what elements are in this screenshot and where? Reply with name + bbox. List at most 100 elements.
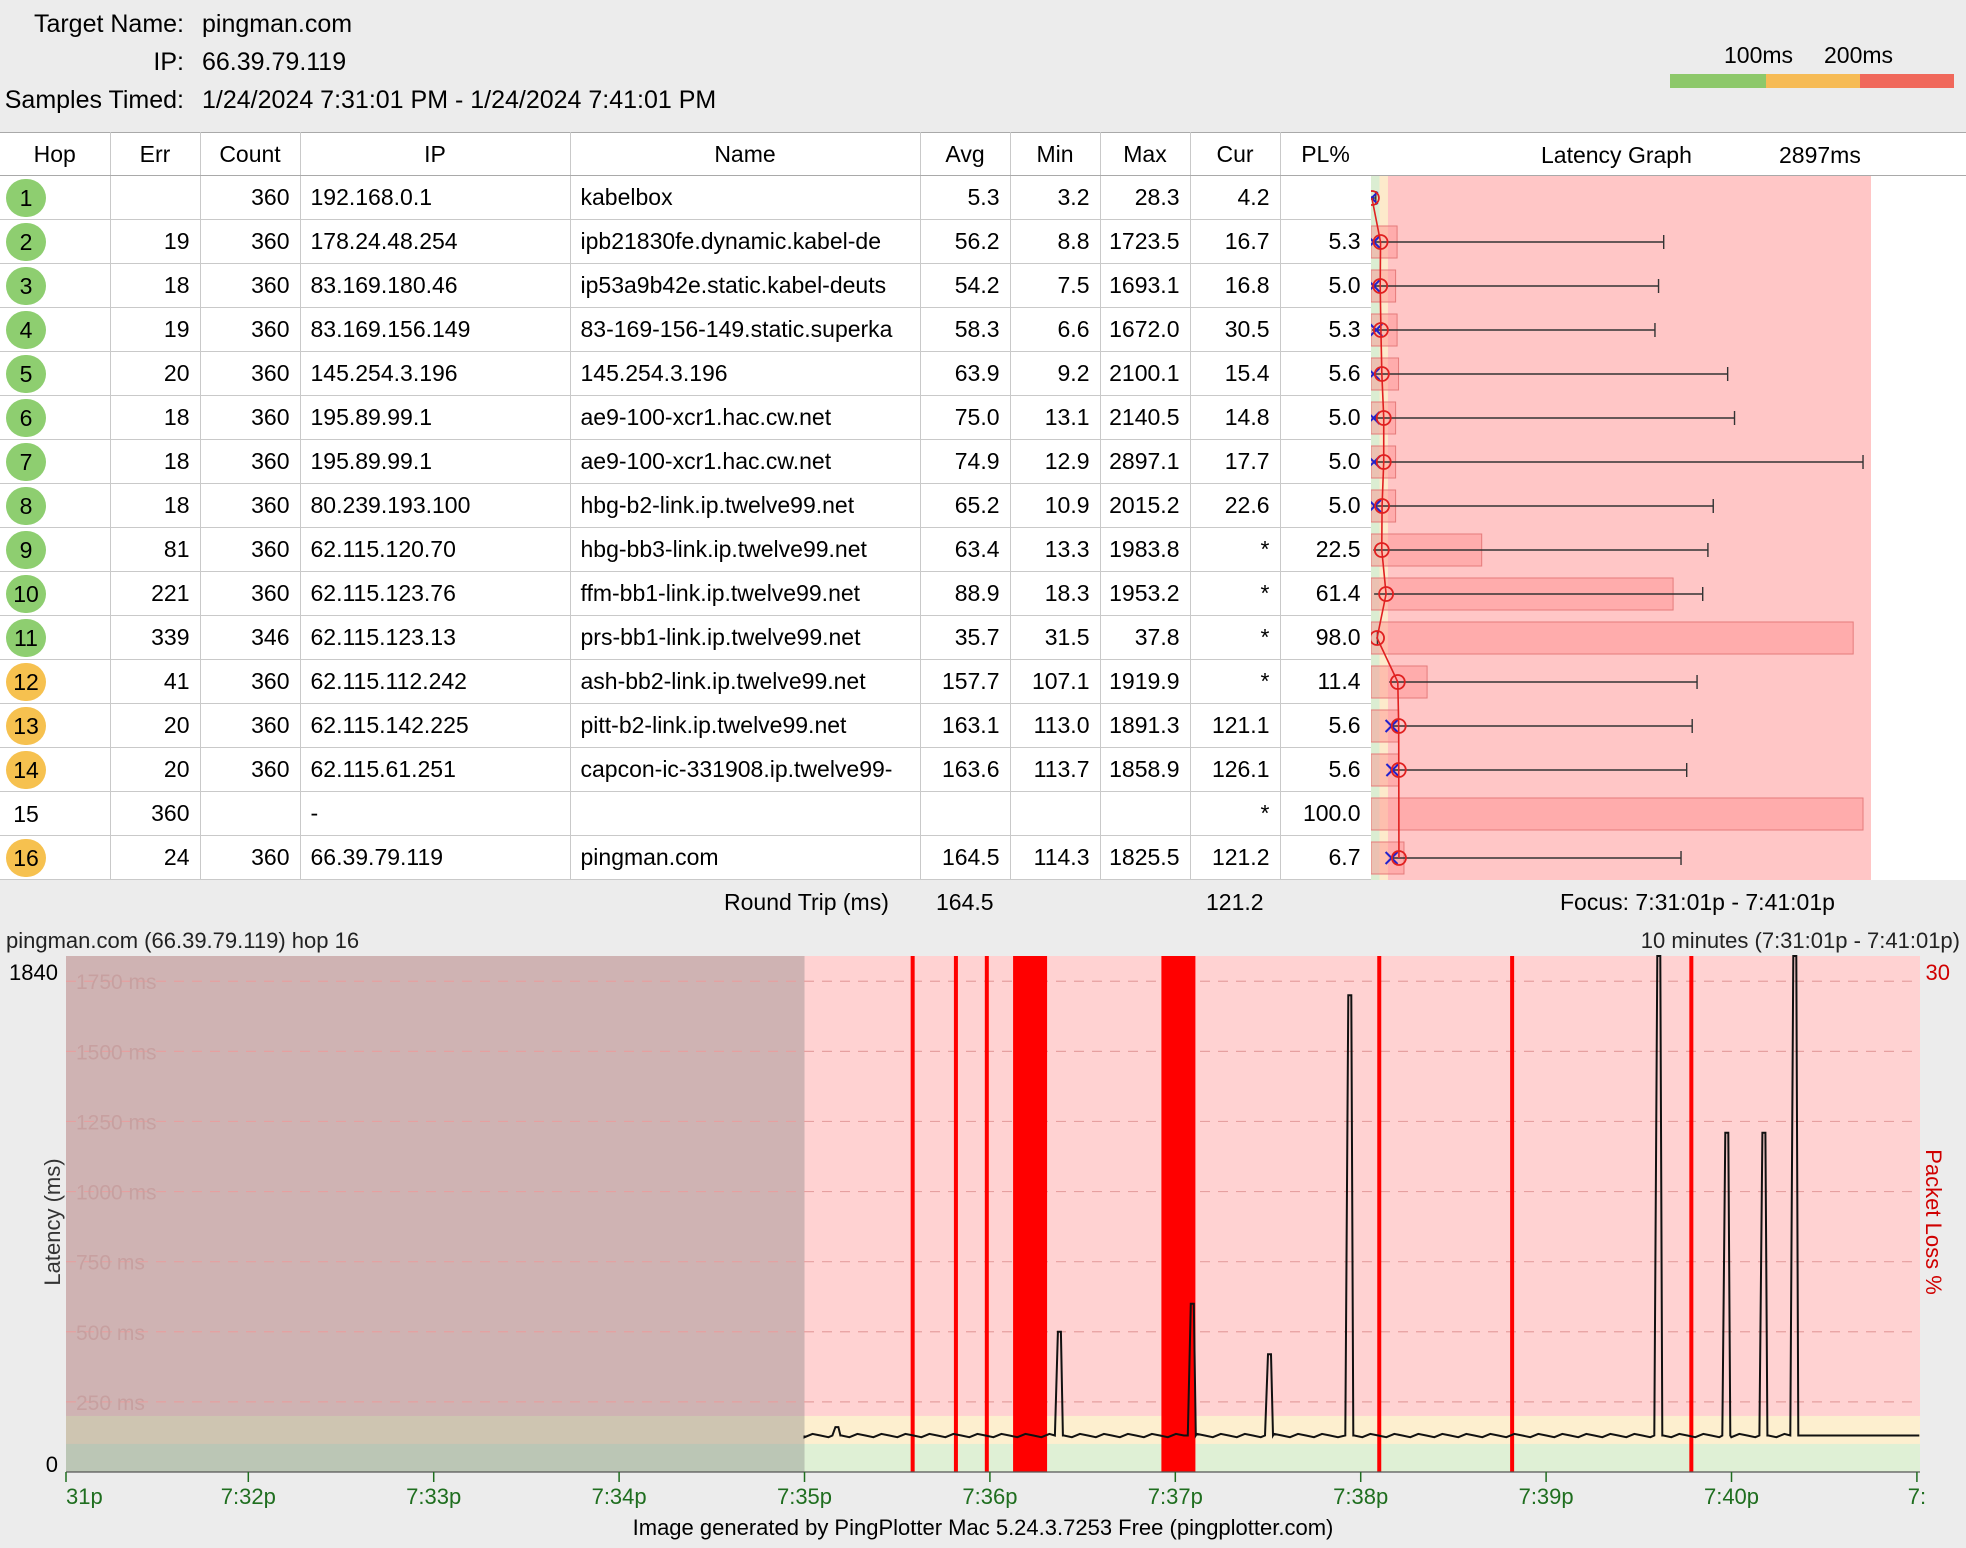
col-cur[interactable]: Cur <box>1190 132 1281 176</box>
scale-orange-segment <box>1766 74 1860 88</box>
cell-cur: 17.7 <box>1190 439 1281 484</box>
col-avg[interactable]: Avg <box>920 132 1011 176</box>
cell-err: 360 <box>110 791 201 836</box>
cell-ip: 80.239.193.100 <box>300 483 571 528</box>
cell-cur: 15.4 <box>1190 351 1281 396</box>
cell-max: 1858.9 <box>1100 747 1191 792</box>
packet-loss-bar <box>1510 956 1515 1472</box>
x-tick-label: 31p <box>66 1484 103 1508</box>
col-ip[interactable]: IP <box>300 132 571 176</box>
cell-max: 2100.1 <box>1100 351 1191 396</box>
latency-graph <box>1371 176 1871 880</box>
samples-timed-value: 1/24/2024 7:31:01 PM - 1/24/2024 7:41:01… <box>202 86 717 114</box>
table-row[interactable]: 9 81 360 62.115.120.70 hbg-bb3-link.ip.twelv… <box>0 527 1372 572</box>
packet-loss-bar <box>1371 797 1864 831</box>
cell-max: 2897.1 <box>1100 439 1191 484</box>
cell-ip: 62.115.142.225 <box>300 703 571 748</box>
col-hop[interactable]: Hop <box>0 132 111 176</box>
table-row[interactable]: 8 18 360 80.239.193.100 hbg-b2-link.ip.twelv… <box>0 483 1372 528</box>
timeline-chart[interactable]: 1750 ms 1500 ms 1250 ms 1000 ms 750 ms 500 ms… <box>0 952 1966 1508</box>
table-row[interactable]: 16 24 360 66.39.79.119 pingman.com 164.5 114.3… <box>0 835 1372 880</box>
cell-pl: 22.5 <box>1280 527 1372 572</box>
table-row[interactable]: 5 20 360 145.254.3.196 145.254.3.196 63.9 9.2 2… <box>0 351 1372 396</box>
cell-max: 1825.5 <box>1100 835 1191 880</box>
col-max[interactable]: Max <box>1100 132 1191 176</box>
packet-loss-bar <box>910 956 915 1472</box>
col-name[interactable]: Name <box>570 132 921 176</box>
table-row[interactable]: 3 18 360 83.169.180.46 ip53a9b42e.static.kab… <box>0 263 1372 308</box>
cell-max: 37.8 <box>1100 615 1191 660</box>
cell-pl <box>1280 175 1372 220</box>
hop-cell: 4 <box>0 307 111 352</box>
cell-avg <box>920 791 1011 836</box>
col-err[interactable]: Err <box>110 132 201 176</box>
cell-name: capcon-ic-331908.ip.twelve99- <box>570 747 921 792</box>
hop-cell: 7 <box>0 439 111 484</box>
table-row[interactable]: 15 360 - * 100.0 <box>0 791 1372 836</box>
hop-cell: 8 <box>0 483 111 528</box>
table-row[interactable]: 11 339 346 62.115.123.13 prs-bb1-link.ip.twe… <box>0 615 1372 660</box>
cell-avg: 63.9 <box>920 351 1011 396</box>
cell-name: kabelbox <box>570 175 921 220</box>
hop-cell: 9 <box>0 527 111 572</box>
table-row[interactable]: 6 18 360 195.89.99.1 ae9-100-xcr1.hac.cw.net… <box>0 395 1372 440</box>
x-tick-label: 7:39p <box>1519 1484 1574 1508</box>
cell-avg: 5.3 <box>920 175 1011 220</box>
hop-number-badge: 9 <box>6 530 46 569</box>
cell-avg: 157.7 <box>920 659 1011 704</box>
cell-min: 3.2 <box>1010 175 1101 220</box>
col-pl[interactable]: PL% <box>1280 132 1372 176</box>
cell-count: 360 <box>200 747 301 792</box>
hop-number-badge: 6 <box>6 398 46 437</box>
cell-err: 18 <box>110 439 201 484</box>
target-info-panel: Target Name: pingman.com IP: 66.39.79.11… <box>0 0 1966 132</box>
table-row[interactable]: 1 360 192.168.0.1 kabelbox 5.3 3.2 28.3 4.2 <box>0 175 1372 220</box>
x-tick-label: 7:37p <box>1148 1484 1203 1508</box>
cell-min: 113.0 <box>1010 703 1101 748</box>
gridline-label: 1750 ms <box>76 971 157 994</box>
x-tick-label: 7:35p <box>777 1484 832 1508</box>
cell-cur: * <box>1190 791 1281 836</box>
latency-graph-title: Latency Graph <box>1541 142 1692 168</box>
cell-count: 360 <box>200 307 301 352</box>
round-trip-label: Round Trip (ms) <box>724 889 889 915</box>
cell-avg: 58.3 <box>920 307 1011 352</box>
cell-ip: 195.89.99.1 <box>300 395 571 440</box>
hop-number-badge: 16 <box>6 838 46 877</box>
table-row[interactable]: 14 20 360 62.115.61.251 capcon-ic-331908.ip.… <box>0 747 1372 792</box>
cell-avg: 74.9 <box>920 439 1011 484</box>
cell-count <box>200 791 301 836</box>
table-row[interactable]: 7 18 360 195.89.99.1 ae9-100-xcr1.hac.cw.net… <box>0 439 1372 484</box>
cell-ip: 62.115.120.70 <box>300 527 571 572</box>
table-row[interactable]: 13 20 360 62.115.142.225 pitt-b2-link.ip.twe… <box>0 703 1372 748</box>
hop-cell: 1 <box>0 175 111 220</box>
cell-cur: 121.1 <box>1190 703 1281 748</box>
cell-err: 41 <box>110 659 201 704</box>
col-min[interactable]: Min <box>1010 132 1101 176</box>
scale-red-segment <box>1860 74 1954 88</box>
cell-max: 1723.5 <box>1100 219 1191 264</box>
cell-max: 28.3 <box>1100 175 1191 220</box>
cell-name: ip53a9b42e.static.kabel-deuts <box>570 263 921 308</box>
table-row[interactable]: 2 19 360 178.24.48.254 ipb21830fe.dynamic.ka… <box>0 219 1372 264</box>
table-row[interactable]: 12 41 360 62.115.112.242 ash-bb2-link.ip.twe… <box>0 659 1372 704</box>
cell-count: 360 <box>200 527 301 572</box>
cell-name: pingman.com <box>570 835 921 880</box>
table-row[interactable]: 4 19 360 83.169.156.149 83-169-156-149.stati… <box>0 307 1372 352</box>
cell-max: 1891.3 <box>1100 703 1191 748</box>
gridline-label: 1500 ms <box>76 1041 157 1064</box>
col-count[interactable]: Count <box>200 132 301 176</box>
cell-name: ae9-100-xcr1.hac.cw.net <box>570 395 921 440</box>
cell-avg: 164.5 <box>920 835 1011 880</box>
table-row[interactable]: 10 221 360 62.115.123.76 ffm-bb1-link.ip.twe… <box>0 571 1372 616</box>
timeline-range: 10 minutes (7:31:01p - 7:41:01p) <box>1640 928 1960 953</box>
cell-ip: 145.254.3.196 <box>300 351 571 396</box>
cell-err: 20 <box>110 351 201 396</box>
cell-pl: 5.0 <box>1280 263 1372 308</box>
hop-table: Hop Err Count IP Name Avg Min Max Cur PL… <box>0 132 1372 880</box>
cell-name: 83-169-156-149.static.superka <box>570 307 921 352</box>
x-tick-label: 7:38p <box>1333 1484 1388 1508</box>
cell-min: 107.1 <box>1010 659 1101 704</box>
ip-label: IP: <box>153 48 184 76</box>
hop-number-badge: 12 <box>6 662 46 701</box>
